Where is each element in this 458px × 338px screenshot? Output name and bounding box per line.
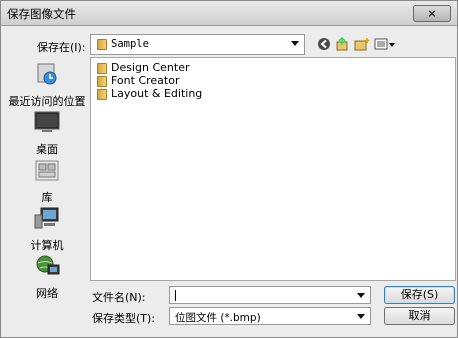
place-network[interactable]: 网络	[7, 253, 87, 301]
view-menu-icon[interactable]	[374, 37, 396, 51]
chevron-down-icon	[291, 41, 299, 46]
chevron-down-icon	[357, 314, 365, 319]
folder-icon	[97, 89, 107, 100]
window-title: 保存图像文件	[7, 7, 76, 21]
place-label: 计算机	[30, 239, 64, 252]
close-button[interactable]: ×	[413, 5, 451, 22]
save-button[interactable]: 保存(S)	[384, 286, 455, 304]
filename-field[interactable]	[169, 286, 371, 304]
place-libraries[interactable]: 库	[7, 157, 87, 205]
text-caret	[175, 290, 176, 301]
back-icon[interactable]	[317, 37, 331, 51]
filetype-value: 位图文件 (*.bmp)	[175, 312, 261, 324]
place-label: 网络	[36, 287, 58, 300]
places-bar: 最近访问的位置 桌面 库 计算机 网络	[7, 61, 87, 300]
libraries-icon	[35, 160, 59, 181]
cancel-button[interactable]: 取消	[384, 307, 455, 325]
chevron-down-icon	[357, 293, 365, 298]
folder-icon	[97, 63, 107, 74]
list-item-label: Design Center	[111, 61, 190, 74]
network-icon	[36, 255, 60, 275]
list-item-label: Font Creator	[111, 74, 180, 87]
place-recent[interactable]: 最近访问的位置	[7, 61, 87, 109]
desktop-icon	[34, 111, 60, 132]
place-computer[interactable]: 计算机	[7, 205, 87, 253]
filetype-label: 保存类型(T):	[92, 312, 156, 325]
save-in-dropdown[interactable]: Sample	[90, 34, 305, 55]
place-label: 库	[41, 191, 53, 204]
save-in-value: Sample	[111, 38, 149, 50]
recent-places-icon	[37, 63, 57, 85]
folder-icon	[97, 76, 107, 87]
title-bar: 保存图像文件 ×	[1, 1, 457, 26]
save-image-dialog: 保存图像文件 × 保存在(I): Sample 最近访问的位置 桌面 库 计算机…	[0, 0, 458, 338]
place-label: 最近访问的位置	[8, 95, 86, 108]
list-item-label: Layout & Editing	[111, 87, 203, 100]
folder-icon	[97, 39, 107, 50]
save-in-label: 保存在(I):	[37, 41, 86, 54]
filetype-dropdown[interactable]: 位图文件 (*.bmp)	[169, 307, 371, 325]
file-list[interactable]: Design Center Font Creator Layout & Edit…	[90, 57, 456, 281]
place-desktop[interactable]: 桌面	[7, 109, 87, 157]
new-folder-icon[interactable]	[354, 37, 370, 51]
computer-icon	[34, 207, 59, 229]
place-label: 桌面	[36, 143, 58, 156]
filename-label: 文件名(N):	[92, 291, 146, 304]
up-folder-icon[interactable]	[335, 37, 349, 51]
